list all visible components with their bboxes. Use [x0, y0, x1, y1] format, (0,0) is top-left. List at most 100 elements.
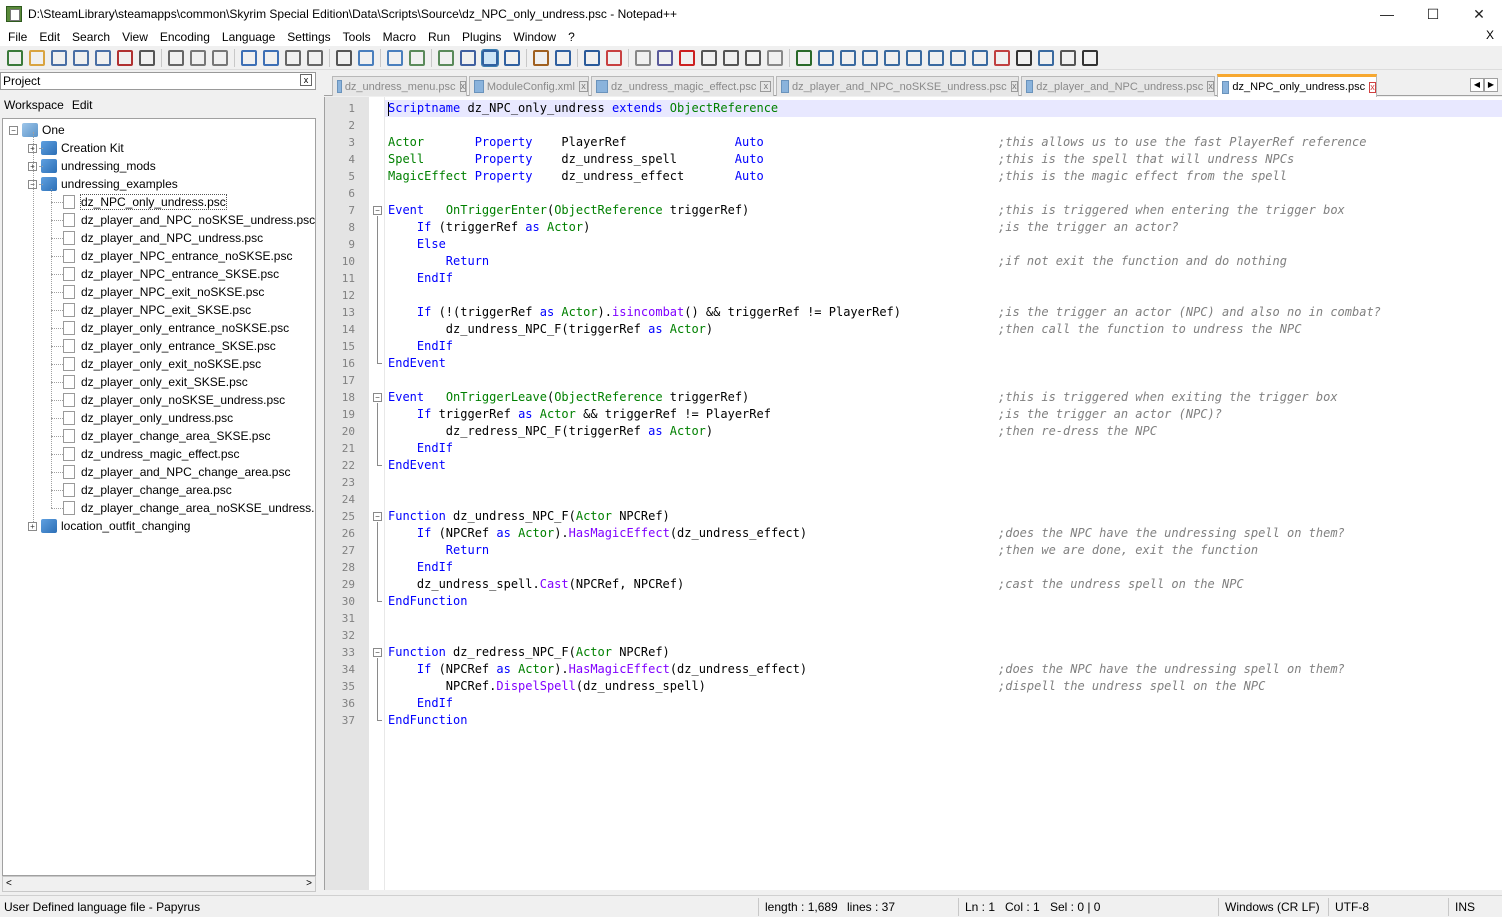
tab-dz-player-and-npc-undress-psc[interactable]: dz_player_and_NPC_undress.psc x [1021, 76, 1215, 96]
tree-file[interactable]: dz_player_only_exit_noSKSE.psc [63, 355, 261, 373]
toolbar-button-icon[interactable] [307, 49, 323, 66]
toolbar-button-icon[interactable] [906, 49, 922, 66]
tree-folder[interactable]: + location_outfit_changing [28, 517, 190, 535]
tree-file[interactable]: dz_undress_magic_effect.psc [63, 445, 240, 463]
menu-item-search[interactable]: Search [66, 30, 116, 44]
code-line[interactable]: EndIf [388, 270, 453, 287]
code-line[interactable]: Event OnTriggerLeave(ObjectReference tri… [388, 389, 749, 406]
toolbar-button-icon[interactable] [336, 49, 352, 66]
toolbar-button-icon[interactable] [635, 49, 651, 66]
toolbar-button-icon[interactable] [533, 49, 549, 66]
toolbar-button-icon[interactable] [994, 49, 1010, 66]
fold-collapse-icon[interactable]: − [373, 393, 382, 402]
code-line[interactable]: EndIf [388, 338, 453, 355]
tab-scroll-left-button[interactable]: ◀ [1470, 78, 1484, 92]
tree-file[interactable]: dz_player_NPC_entrance_SKSE.psc [63, 265, 279, 283]
code-line[interactable]: EndIf [388, 440, 453, 457]
toolbar-button-icon[interactable] [1038, 49, 1054, 66]
toolbar-button-icon[interactable] [884, 49, 900, 66]
toolbar-button-icon[interactable] [679, 49, 695, 66]
fold-collapse-icon[interactable]: − [373, 512, 382, 521]
close-tab-icon[interactable]: x [1010, 81, 1018, 92]
tree-file[interactable]: dz_player_change_area_SKSE.psc [63, 427, 270, 445]
toolbar-button-icon[interactable] [51, 49, 67, 66]
code-line[interactable]: Function dz_redress_NPC_F(Actor NPCRef) [388, 644, 670, 661]
close-tab-icon[interactable]: x [1207, 81, 1214, 92]
code-line[interactable]: dz_redress_NPC_F(triggerRef as Actor) [388, 423, 713, 440]
toolbar-button-icon[interactable] [358, 49, 374, 66]
toolbar-button-icon[interactable] [212, 49, 228, 66]
toolbar-button-icon[interactable] [796, 49, 812, 66]
toolbar-button-icon[interactable] [928, 49, 944, 66]
close-window-button[interactable]: ✕ [1456, 0, 1502, 28]
close-project-panel-button[interactable]: x [300, 74, 312, 86]
toolbar-button-icon[interactable] [263, 49, 279, 66]
toolbar-button-icon[interactable] [73, 49, 89, 66]
code-line[interactable]: If (NPCRef as Actor).HasMagicEffect(dz_u… [388, 661, 807, 678]
code-line[interactable]: Actor Property PlayerRef Auto [388, 134, 764, 151]
fold-collapse-icon[interactable]: − [373, 648, 382, 657]
minimize-button[interactable]: — [1364, 0, 1410, 28]
toolbar-button-icon[interactable] [481, 48, 499, 67]
code-line[interactable]: EndIf [388, 559, 453, 576]
toolbar-button-icon[interactable] [139, 49, 155, 66]
toolbar-button-icon[interactable] [701, 49, 717, 66]
tab-dz-undress-magic-effect-psc[interactable]: dz_undress_magic_effect.psc x [591, 76, 774, 96]
code-editor[interactable]: 1 Scriptname dz_NPC_only_undress extends … [324, 97, 1502, 890]
collapse-icon[interactable]: − [9, 125, 18, 135]
tree-folder[interactable]: + undressing_mods [28, 157, 156, 175]
tab-dz-undress-menu-psc[interactable]: dz_undress_menu.psc x [332, 76, 467, 96]
toolbar-button-icon[interactable] [840, 49, 856, 66]
close-tab-icon[interactable]: x [1369, 81, 1376, 93]
toolbar-button-icon[interactable] [972, 49, 988, 66]
toolbar-button-icon[interactable] [504, 49, 520, 66]
toolbar-button-icon[interactable] [190, 49, 206, 66]
menu-item-plugins[interactable]: Plugins [456, 30, 507, 44]
code-line[interactable]: Else [388, 236, 446, 253]
toolbar-button-icon[interactable] [1082, 49, 1098, 66]
scroll-right-arrow[interactable]: > [306, 878, 312, 889]
tree-file[interactable]: dz_player_change_area.psc [63, 481, 232, 499]
toolbar-button-icon[interactable] [767, 49, 783, 66]
code-line[interactable]: Scriptname dz_NPC_only_undress extends O… [388, 100, 778, 117]
tree-file[interactable]: dz_player_and_NPC_undress.psc [63, 229, 263, 247]
tree-file[interactable]: dz_player_only_undress.psc [63, 409, 233, 427]
menu-item-settings[interactable]: Settings [281, 30, 336, 44]
code-line[interactable]: Event OnTriggerEnter(ObjectReference tri… [388, 202, 749, 219]
status-encoding[interactable]: UTF-8 [1335, 900, 1369, 914]
code-line[interactable]: EndIf [388, 695, 453, 712]
toolbar-button-icon[interactable] [29, 49, 45, 66]
code-line[interactable]: NPCRef.DispelSpell(dz_undress_spell) [388, 678, 706, 695]
tab-moduleconfig-xml[interactable]: ModuleConfig.xml x [469, 76, 589, 96]
maximize-button[interactable]: ☐ [1410, 0, 1456, 28]
toolbar-button-icon[interactable] [1016, 49, 1032, 66]
toolbar-button-icon[interactable] [950, 49, 966, 66]
close-tab-icon[interactable]: x [459, 81, 466, 92]
fold-collapse-icon[interactable]: − [373, 206, 382, 215]
expand-icon[interactable]: + [28, 521, 37, 531]
toolbar-button-icon[interactable] [460, 49, 476, 66]
tree-file[interactable]: dz_player_NPC_exit_SKSE.psc [63, 301, 251, 319]
close-document-button[interactable]: X [1486, 28, 1494, 42]
code-line[interactable]: If (NPCRef as Actor).HasMagicEffect(dz_u… [388, 525, 807, 542]
tree-file[interactable]: dz_NPC_only_undress.psc [63, 193, 227, 211]
toolbar-button-icon[interactable] [438, 49, 454, 66]
menu-item-file[interactable]: File [2, 30, 33, 44]
code-line[interactable]: dz_undress_spell.Cast(NPCRef, NPCRef) [388, 576, 684, 593]
toolbar-button-icon[interactable] [745, 49, 761, 66]
project-tree[interactable]: − One + Creation Kit + undressing_mods − undres… [2, 118, 316, 876]
code-line[interactable]: Function dz_undress_NPC_F(Actor NPCRef) [388, 508, 670, 525]
status-eol[interactable]: Windows (CR LF) [1225, 900, 1320, 914]
toolbar-button-icon[interactable] [862, 49, 878, 66]
status-insert-mode[interactable]: INS [1455, 900, 1475, 914]
toolbar-button-icon[interactable] [818, 49, 834, 66]
menu-item-encoding[interactable]: Encoding [154, 30, 216, 44]
tree-file[interactable]: dz_player_only_noSKSE_undress.psc [63, 391, 285, 409]
tab-dz-npc-only-undress-psc[interactable]: dz_NPC_only_undress.psc x [1217, 74, 1377, 97]
code-line[interactable]: If (triggerRef as Actor) [388, 219, 590, 236]
toolbar-button-icon[interactable] [7, 49, 23, 66]
tree-file[interactable]: dz_player_NPC_entrance_noSKSE.psc [63, 247, 292, 265]
toolbar-button-icon[interactable] [606, 49, 622, 66]
code-line[interactable]: Return [388, 542, 489, 559]
code-line[interactable]: Return [388, 253, 489, 270]
